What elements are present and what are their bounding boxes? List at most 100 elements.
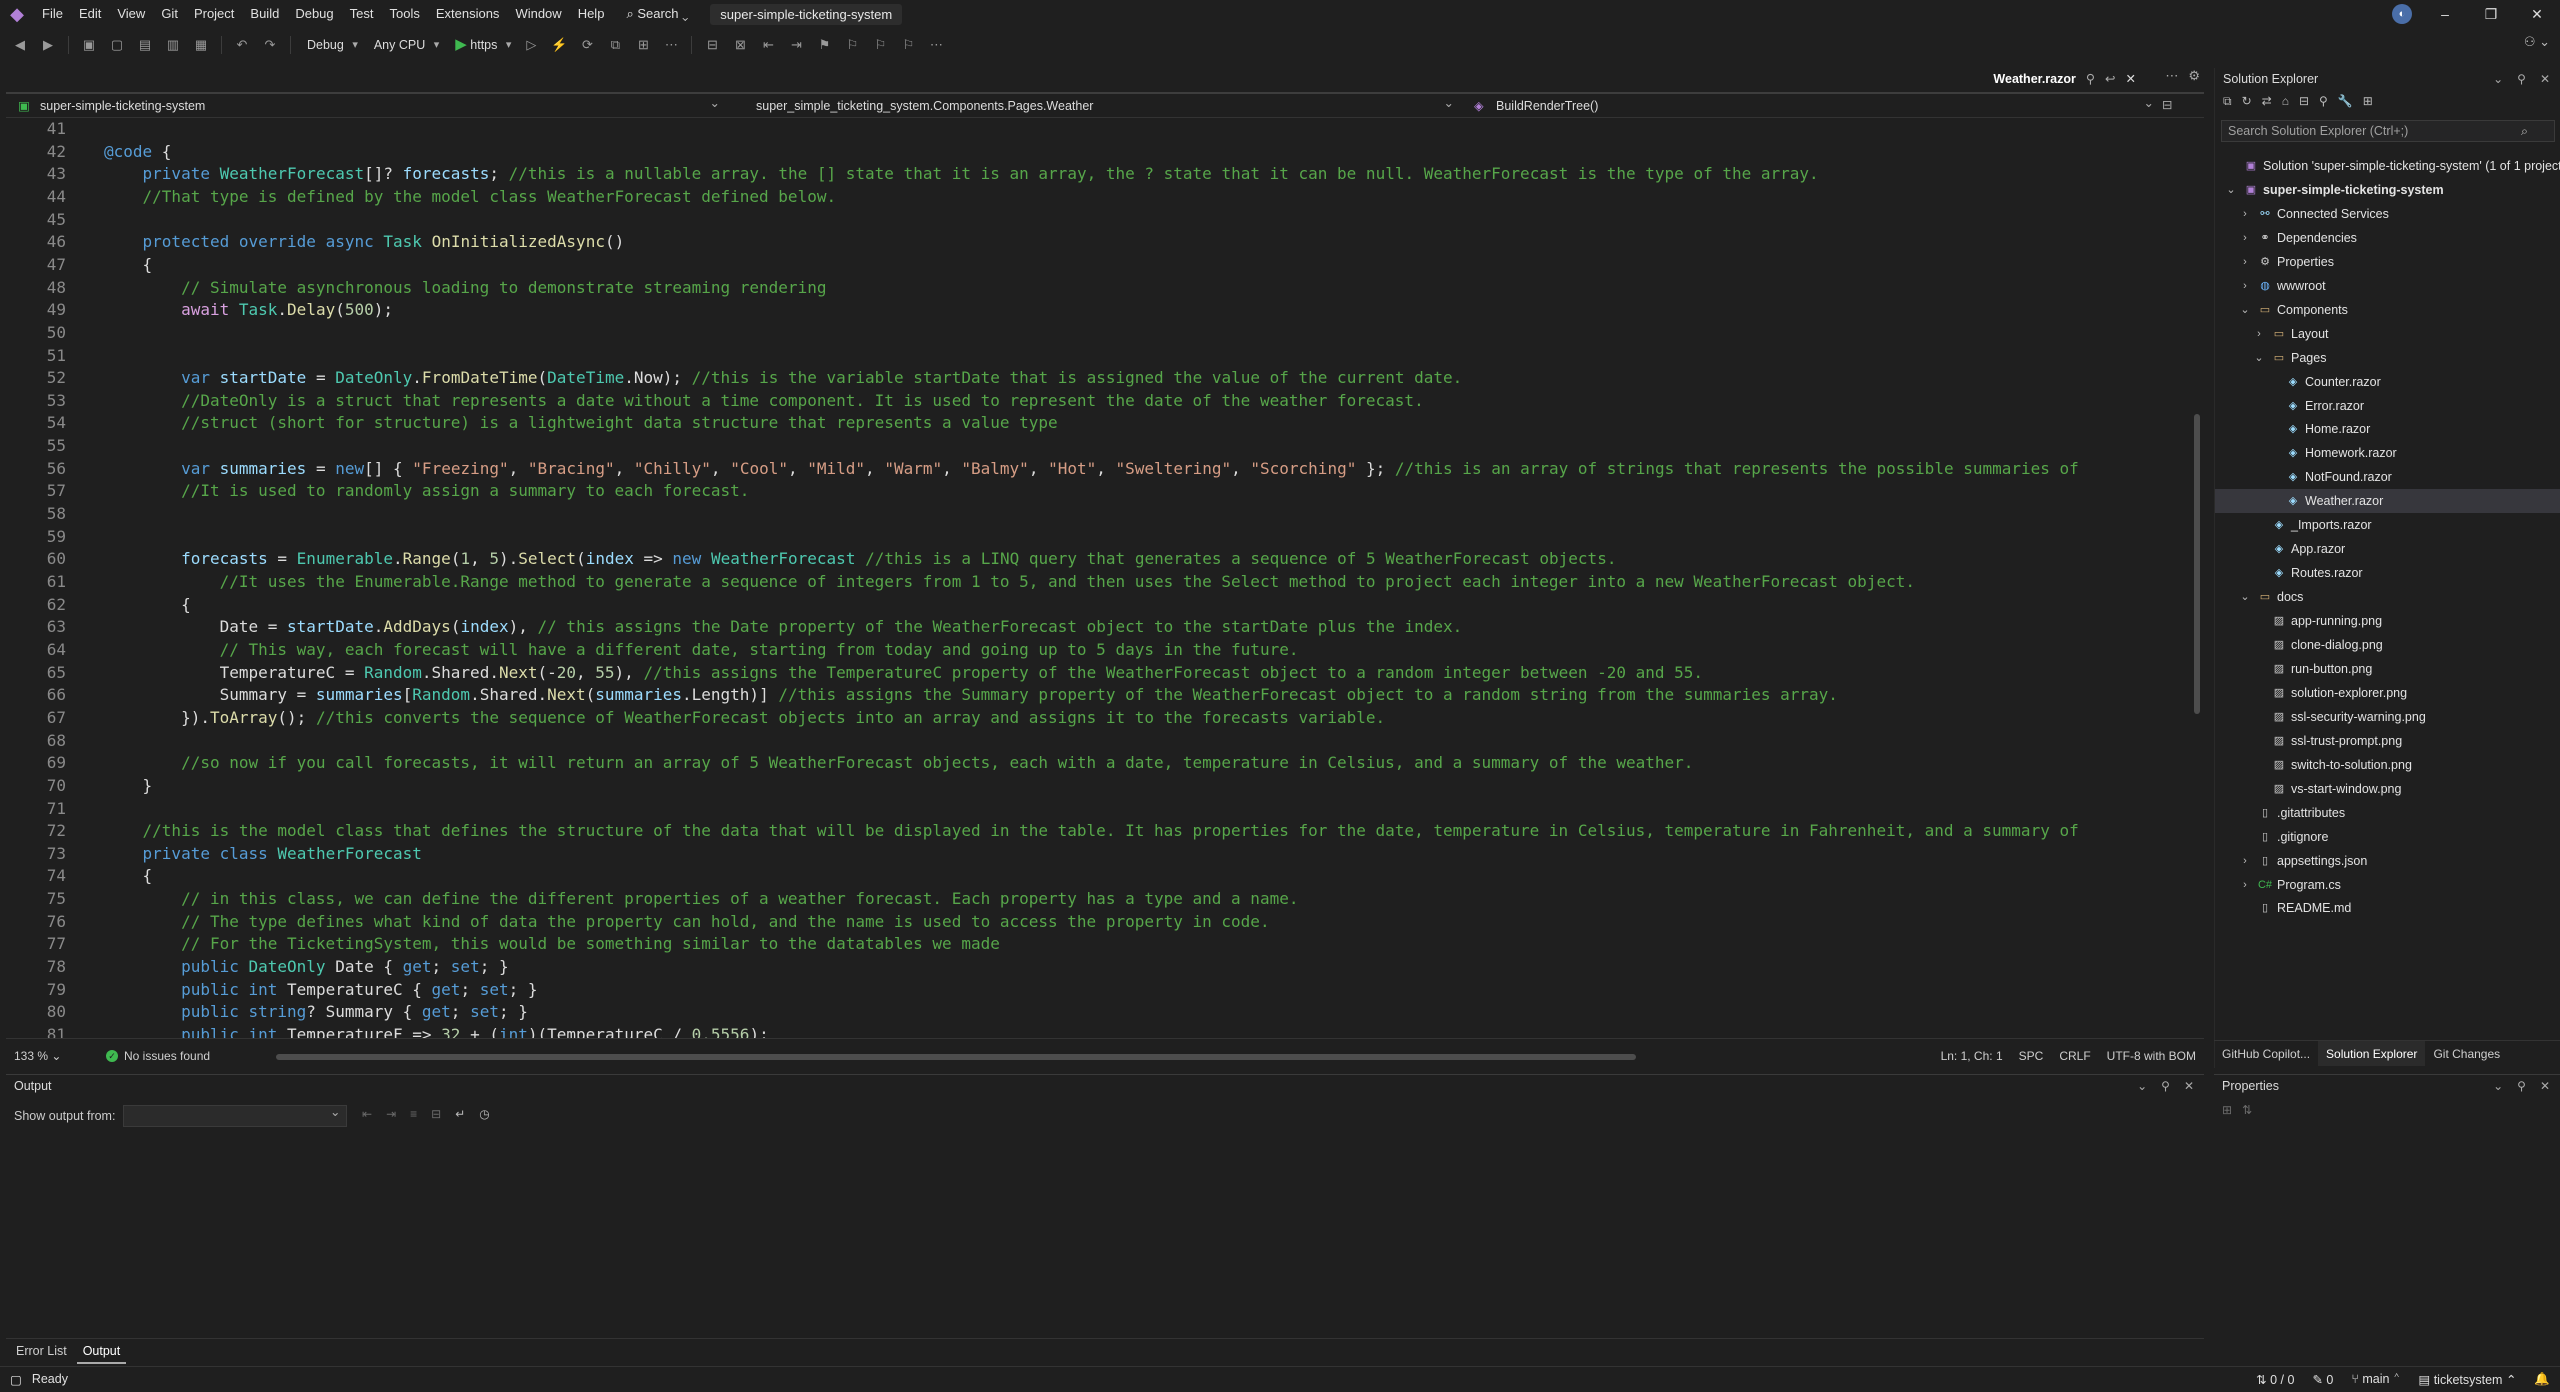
tree-item[interactable]: ▨ ssl-trust-prompt.png (2215, 729, 2560, 753)
code-line[interactable]: 75 // in this class, we can define the d… (6, 888, 2202, 911)
code-line[interactable]: 51 (6, 345, 2202, 368)
forward-icon[interactable]: ▶ (36, 33, 60, 57)
tree-item[interactable]: ▨ solution-explorer.png (2215, 681, 2560, 705)
refresh-icon[interactable]: ⟳ (575, 33, 599, 57)
code-line[interactable]: 48 // Simulate asynchronous loading to d… (6, 277, 2202, 300)
chevron-right-icon[interactable]: › (2253, 322, 2265, 346)
menu-item-help[interactable]: Help (570, 0, 613, 28)
code-line[interactable]: 77 // For the TicketingSystem, this woul… (6, 933, 2202, 956)
tree-item[interactable]: ◈ _Imports.razor (2215, 513, 2560, 537)
horizontal-scrollbar[interactable] (276, 1054, 1636, 1060)
code-line[interactable]: 55 (6, 435, 2202, 458)
code-line[interactable]: 52 var startDate = DateOnly.FromDateTime… (6, 367, 2202, 390)
pending-changes-icon[interactable]: ↻ (2242, 94, 2252, 109)
code-line[interactable]: 53 //DateOnly is a struct that represent… (6, 390, 2202, 413)
tree-item[interactable]: ◈ Weather.razor (2215, 489, 2560, 514)
tree-item[interactable]: ⌄ ▭ Pages (2215, 346, 2560, 370)
start-without-debugging-icon[interactable]: ▷ (519, 33, 543, 57)
tab-weather-razor[interactable]: Weather.razor ⚲ ↩ ✕ (1985, 66, 2144, 92)
code-line[interactable]: 69 //so now if you call forecasts, it wi… (6, 752, 2202, 775)
goto-icon[interactable]: ≡ (410, 1107, 417, 1121)
menu-item-debug[interactable]: Debug (287, 0, 341, 28)
next-bookmark-icon[interactable]: ⚐ (868, 33, 892, 57)
vertical-scrollbar[interactable] (2192, 118, 2202, 1038)
tree-item[interactable]: ▯ .gitattributes (2215, 801, 2560, 825)
tree-item[interactable]: ◈ Routes.razor (2215, 561, 2560, 585)
outdent-icon[interactable]: ⇤ (756, 33, 780, 57)
code-line[interactable]: 73 private class WeatherForecast (6, 843, 2202, 866)
more-icon[interactable]: ⋯ (659, 33, 683, 57)
tree-item[interactable]: ▨ ssl-security-warning.png (2215, 705, 2560, 729)
save-all-icon[interactable]: ▦ (189, 33, 213, 57)
chevron-right-icon[interactable]: › (2239, 202, 2251, 226)
code-line[interactable]: 81 public int TemperatureF => 32 + (int)… (6, 1024, 2202, 1038)
file-encoding[interactable]: UTF-8 with BOM (2107, 1049, 2196, 1063)
properties-icon[interactable]: 🔧 (2338, 94, 2353, 109)
chevron-right-icon[interactable]: › (2239, 873, 2251, 897)
tree-item[interactable]: › ▭ Layout (2215, 322, 2560, 346)
tree-item[interactable]: ⌄ ▣ super-simple-ticketing-system (2215, 178, 2560, 202)
tree-item[interactable]: ◈ Homework.razor (2215, 441, 2560, 465)
close-icon[interactable]: ✕ (2540, 1079, 2550, 1093)
back-icon[interactable]: ◀ (8, 33, 32, 57)
class-dropdown[interactable]: super_simple_ticketing_system.Components… (728, 91, 1462, 118)
solution-search-input[interactable]: Search Solution Explorer (Ctrl+;) ⌕ (2221, 120, 2555, 142)
edits-indicator[interactable]: ✎ 0 (2312, 1372, 2333, 1387)
repo-indicator[interactable]: ▤ ticketsystem ⌃ (2418, 1372, 2516, 1387)
tree-item[interactable]: ▨ app-running.png (2215, 609, 2560, 633)
uncomment-icon[interactable]: ⊠ (728, 33, 752, 57)
tree-item[interactable]: › ◍ wwwroot (2215, 274, 2560, 298)
pin-icon[interactable]: ⚲ (2086, 66, 2095, 92)
code-line[interactable]: 50 (6, 322, 2202, 345)
project-dropdown[interactable]: ▣ super-simple-ticketing-system (6, 91, 728, 118)
tree-item[interactable]: › ⚭ Dependencies (2215, 226, 2560, 250)
chevron-down-icon[interactable]: ⌄ (2253, 346, 2265, 370)
account-avatar-icon[interactable]: ◐ (2392, 4, 2412, 24)
code-line[interactable]: 42 @code { (6, 141, 2202, 164)
tab-git-changes[interactable]: Git Changes (2425, 1041, 2508, 1066)
issues-indicator[interactable]: ✓ No issues found (106, 1049, 210, 1063)
chevron-right-icon[interactable]: › (2239, 226, 2251, 250)
code-line[interactable]: 60 forecasts = Enumerable.Range(1, 5).Se… (6, 548, 2202, 571)
code-line[interactable]: 70 } (6, 775, 2202, 798)
tree-item[interactable]: ▨ switch-to-solution.png (2215, 753, 2560, 777)
filter-icon[interactable]: ⚲ (2319, 94, 2328, 109)
code-line[interactable]: 56 var summaries = new[] { "Freezing", "… (6, 458, 2202, 481)
menu-item-project[interactable]: Project (186, 0, 242, 28)
code-line[interactable]: 43 private WeatherForecast[]? forecasts;… (6, 163, 2202, 186)
tab-output[interactable]: Output (76, 1339, 127, 1364)
code-line[interactable]: 62 { (6, 594, 2202, 617)
sync-icon[interactable]: ⇄ (2262, 94, 2272, 109)
git-changes-indicator[interactable]: ⇅ 0 / 0 (2256, 1372, 2294, 1387)
prev-bookmark-icon[interactable]: ⚐ (840, 33, 864, 57)
tab-overflow-icon[interactable]: ⋯ (2165, 68, 2178, 84)
cursor-position[interactable]: Ln: 1, Ch: 1 (1941, 1049, 2003, 1063)
branch-indicator[interactable]: ⑂ main ⌃ (2351, 1372, 2400, 1387)
menu-item-file[interactable]: File (34, 0, 71, 28)
chevron-down-icon[interactable]: ⌄ (2225, 178, 2237, 202)
pin-icon[interactable]: ⚲ (2517, 1079, 2526, 1093)
code-line[interactable]: 66 Summary = summaries[Random.Shared.Nex… (6, 684, 2202, 707)
output-text-area[interactable] (6, 1133, 2204, 1335)
find-next-icon[interactable]: ⇥ (386, 1107, 396, 1121)
categorized-icon[interactable]: ⊞ (2222, 1103, 2232, 1117)
menu-item-extensions[interactable]: Extensions (428, 0, 508, 28)
clear-bookmarks-icon[interactable]: ⚐ (896, 33, 920, 57)
tree-item[interactable]: ▯ .gitignore (2215, 825, 2560, 849)
menu-item-tools[interactable]: Tools (381, 0, 427, 28)
restore-icon[interactable]: ❐ (2468, 0, 2514, 28)
split-icon[interactable]: ↩ (2105, 66, 2115, 92)
code-line[interactable]: 59 (6, 526, 2202, 549)
close-icon[interactable]: ✕ (2184, 1079, 2194, 1093)
search-icon[interactable]: ⌕ (2521, 121, 2528, 141)
tab-github-copilot[interactable]: GitHub Copilot... (2214, 1041, 2318, 1066)
browser-link-icon[interactable]: ⧉ (603, 33, 627, 57)
tree-item[interactable]: ◈ App.razor (2215, 537, 2560, 561)
tree-item[interactable]: › ▯ appsettings.json (2215, 849, 2560, 873)
alphabetical-icon[interactable]: ⇅ (2242, 1103, 2252, 1117)
preview-icon[interactable]: ⊞ (2363, 94, 2373, 109)
redo-icon[interactable]: ↷ (258, 33, 282, 57)
scrollbar-thumb[interactable] (2194, 414, 2200, 714)
open-folder-icon[interactable]: ▤ (133, 33, 157, 57)
pin-icon[interactable]: ⚲ (2517, 72, 2526, 86)
